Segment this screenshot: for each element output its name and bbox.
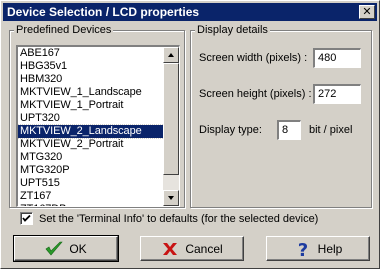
svg-text:?: ? xyxy=(297,240,307,258)
list-item[interactable]: MKTVIEW_2_Portrait xyxy=(18,138,164,151)
screen-width-label: Screen width (pixels) : xyxy=(199,52,308,64)
blue-question-mark-icon: ? xyxy=(294,240,312,261)
cancel-button-label: Cancel xyxy=(185,241,223,256)
arrow-down-icon xyxy=(168,196,174,200)
display-type-label: Display type: xyxy=(199,124,262,136)
checkmark-icon xyxy=(22,214,31,222)
display-details-legend: Display details xyxy=(195,23,270,37)
scroll-thumb[interactable] xyxy=(163,63,179,175)
scroll-up-button[interactable] xyxy=(163,47,179,63)
title-bar: Device Selection / LCD properties ✕ xyxy=(3,3,377,21)
screen-height-input[interactable]: 272 xyxy=(313,84,361,104)
list-item[interactable]: MTG320P xyxy=(18,164,164,177)
cancel-button[interactable]: Cancel xyxy=(140,236,244,261)
display-type-input[interactable]: 8 xyxy=(277,120,301,140)
predefined-devices-group: Predefined Devices ABE167 HBG35v1 HBM320 MK… xyxy=(9,23,185,208)
close-button[interactable]: ✕ xyxy=(359,5,375,19)
list-item[interactable]: HBG35v1 xyxy=(18,60,164,73)
list-item[interactable]: MKTVIEW_1_Landscape xyxy=(18,86,164,99)
ok-button[interactable]: OK xyxy=(13,235,119,262)
device-selection-dialog: Device Selection / LCD properties ✕ Pred… xyxy=(0,0,380,269)
device-list-scrollbar[interactable] xyxy=(163,47,179,206)
red-x-icon xyxy=(161,240,179,258)
list-item[interactable]: UPT515 xyxy=(18,177,164,190)
screen-width-input[interactable]: 480 xyxy=(313,48,361,68)
list-item[interactable]: MKTVIEW_1_Portrait xyxy=(18,99,164,112)
list-item[interactable]: HBM320 xyxy=(18,73,164,86)
list-item[interactable]: ABE167 xyxy=(18,47,164,60)
list-item[interactable]: ZT167 xyxy=(18,190,164,203)
close-icon: ✕ xyxy=(362,5,372,18)
terminal-info-checkbox[interactable] xyxy=(20,212,33,225)
ok-button-label: OK xyxy=(69,241,87,256)
list-item[interactable]: MTG320 xyxy=(18,151,164,164)
predefined-devices-legend: Predefined Devices xyxy=(14,23,114,37)
device-list: ABE167 HBG35v1 HBM320 MKTVIEW_1_Landscape MK… xyxy=(18,47,165,206)
green-checkmark-icon xyxy=(45,240,63,258)
arrow-up-icon xyxy=(168,53,174,57)
screen-height-label: Screen height (pixels) : xyxy=(199,88,312,100)
help-button-label: Help xyxy=(317,241,343,256)
list-item[interactable]: UPT320 xyxy=(18,112,164,125)
list-item[interactable]: ZT167DB xyxy=(18,203,164,206)
display-details-group: Display details Screen width (pixels) : … xyxy=(190,23,372,208)
device-listbox[interactable]: ABE167 HBG35v1 HBM320 MKTVIEW_1_Landscape MK… xyxy=(16,45,180,207)
terminal-info-label: Set the 'Terminal Info' to defaults (for… xyxy=(39,213,319,225)
scroll-down-button[interactable] xyxy=(163,190,179,206)
help-button[interactable]: ? Help xyxy=(266,236,370,261)
display-type-unit: bit / pixel xyxy=(309,124,353,136)
list-item[interactable]: MKTVIEW_2_Landscape xyxy=(18,124,165,139)
window-title: Device Selection / LCD properties xyxy=(7,5,200,19)
